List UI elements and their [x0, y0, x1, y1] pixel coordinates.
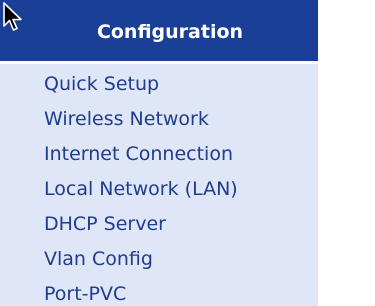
menu-item-quick-setup[interactable]: Quick Setup: [0, 67, 318, 102]
menu-header-title: Configuration: [96, 21, 244, 43]
mouse-pointer-icon: [3, 2, 22, 31]
menu-item-port-pvc[interactable]: Port-PVC: [0, 277, 318, 306]
menu-item-dhcp-server[interactable]: DHCP Server: [0, 207, 318, 242]
menu-header: Configuration: [0, 0, 318, 64]
configuration-menu-panel: Configuration Quick Setup Wireless Netwo…: [0, 0, 318, 306]
menu-item-local-network-lan[interactable]: Local Network (LAN): [0, 172, 318, 207]
menu-item-internet-connection[interactable]: Internet Connection: [0, 137, 318, 172]
configuration-menu-list: Quick Setup Wireless Network Internet Co…: [0, 67, 318, 306]
menu-item-wireless-network[interactable]: Wireless Network: [0, 102, 318, 137]
menu-item-vlan-config[interactable]: Vlan Config: [0, 242, 318, 277]
